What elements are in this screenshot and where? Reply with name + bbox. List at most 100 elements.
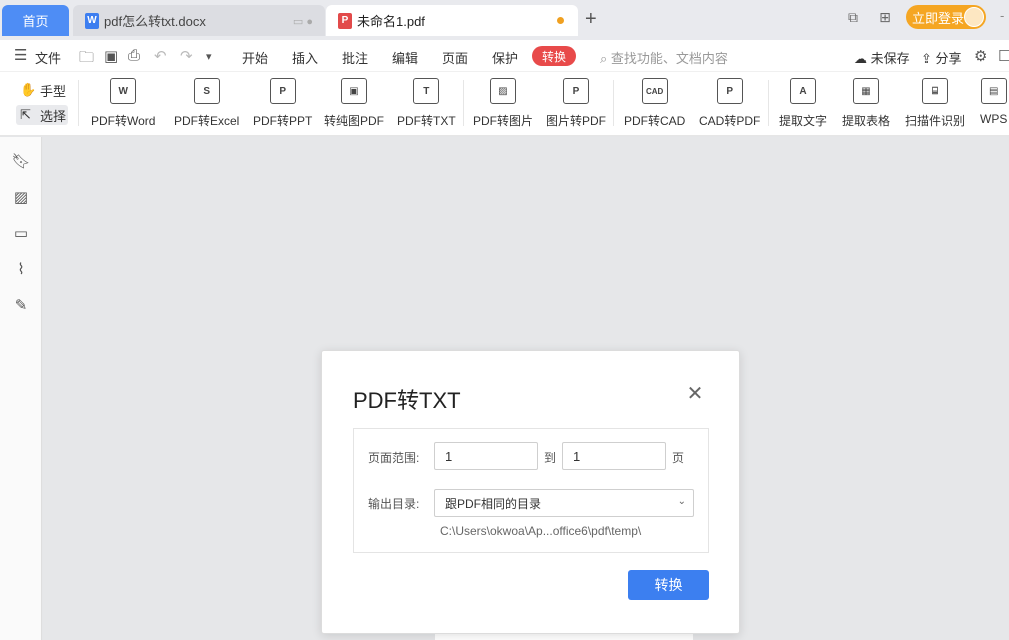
search-box[interactable]: ⌕ 查找功能、文档内容 bbox=[600, 48, 728, 67]
tab-docx[interactable]: W pdf怎么转txt.docx ▭ ● bbox=[73, 5, 325, 36]
wps-button[interactable]: ▤ WPS bbox=[980, 78, 1007, 126]
ribbon-label: 提取表格 bbox=[842, 114, 891, 128]
scan-ocr-button[interactable]: ⌸ 扫描件识别 bbox=[905, 78, 965, 129]
wps-icon: ▤ bbox=[980, 78, 1007, 104]
attachment-icon[interactable]: ⌇ bbox=[11, 260, 31, 280]
hamburger-icon[interactable]: ☰ bbox=[14, 46, 27, 64]
menu-insert[interactable]: 插入 bbox=[292, 48, 318, 67]
ribbon-divider bbox=[613, 80, 614, 126]
close-icon[interactable]: ✕ bbox=[686, 384, 704, 404]
ribbon-label: 图片转PDF bbox=[546, 114, 607, 128]
share-label: 分享 bbox=[935, 51, 962, 66]
pdf-to-image-button[interactable]: ▨ PDF转图片 bbox=[473, 78, 533, 129]
login-button[interactable]: 立即登录 bbox=[906, 5, 986, 29]
page-from-input[interactable]: 1 bbox=[434, 442, 538, 470]
search-icon: ⌕ bbox=[600, 51, 608, 66]
scan-icon: ⌸ bbox=[922, 78, 948, 104]
share-button[interactable]: ⇪ 分享 bbox=[921, 48, 962, 67]
image-pdf-icon: ▣ bbox=[341, 78, 367, 104]
cad-to-pdf-icon: P bbox=[716, 78, 743, 104]
tab-docx-label: pdf怎么转txt.docx bbox=[104, 14, 206, 29]
image-to-pdf-button[interactable]: P 图片转PDF bbox=[546, 78, 606, 129]
ribbon-label: PDF转Word bbox=[91, 114, 156, 128]
ribbon-label: CAD转PDF bbox=[699, 114, 761, 128]
menu-page[interactable]: 页面 bbox=[442, 48, 468, 67]
pdf-to-ppt-button[interactable]: P PDF转PPT bbox=[253, 78, 312, 129]
hand-icon: ✋ bbox=[20, 82, 37, 97]
dialog-options-panel: 页面范围: 1 到 1 页 输出目录: 跟PDF相同的目录 ⌄ C:\Users… bbox=[353, 428, 709, 553]
signature-icon[interactable]: ✎ bbox=[11, 296, 31, 316]
image-to-pdf-icon: P bbox=[563, 78, 589, 104]
menu-start[interactable]: 开始 bbox=[242, 48, 268, 67]
cursor-icon: ⇱ bbox=[20, 107, 31, 122]
ribbon-label: PDF转CAD bbox=[624, 114, 686, 128]
print-icon[interactable]: ⎙ bbox=[128, 47, 140, 64]
page-suffix-label: 页 bbox=[672, 451, 685, 465]
ribbon-divider bbox=[78, 80, 79, 126]
menu-edit[interactable]: 编辑 bbox=[392, 48, 418, 67]
settings-icon[interactable]: ⚙ bbox=[974, 47, 987, 65]
word-doc-icon: W bbox=[85, 12, 99, 29]
chevron-down-icon: ⌄ bbox=[677, 496, 686, 507]
output-path-text: C:\Users\okwoa\Ap...office6\pdf\temp\ bbox=[440, 524, 642, 538]
to-label: 到 bbox=[544, 451, 557, 465]
hand-tool-button[interactable]: ✋ 手型 bbox=[16, 80, 68, 100]
redo-icon[interactable]: ↷ bbox=[180, 47, 193, 65]
pdf-to-word-button[interactable]: W PDF转Word bbox=[91, 78, 155, 129]
menu-file[interactable]: 文件 bbox=[35, 48, 61, 67]
ribbon-label: PDF转PPT bbox=[253, 114, 313, 128]
ribbon-label: 转纯图PDF bbox=[324, 114, 385, 128]
pdf-to-excel-button[interactable]: S PDF转Excel bbox=[174, 78, 239, 129]
pdf-to-txt-icon: T bbox=[413, 78, 440, 104]
comment-icon[interactable]: ▭ bbox=[11, 224, 31, 244]
bookmark-icon[interactable]: 🔖︎ bbox=[11, 152, 31, 172]
tab-pdf[interactable]: P 未命名1.pdf bbox=[326, 5, 578, 36]
left-sidebar: 🔖︎ ▨ ▭ ⌇ ✎ bbox=[0, 137, 42, 640]
ribbon-label: PDF转图片 bbox=[473, 114, 534, 128]
undo-icon[interactable]: ↶ bbox=[154, 47, 167, 65]
ribbon-label: 扫描件识别 bbox=[905, 114, 966, 128]
pdf-to-cad-button[interactable]: CAD PDF转CAD bbox=[624, 78, 685, 129]
multi-window-icon[interactable]: ⧉ bbox=[842, 9, 864, 27]
pdf-to-txt-button[interactable]: T PDF转TXT bbox=[397, 78, 456, 129]
extract-table-icon: ▦ bbox=[853, 78, 879, 104]
menu-convert[interactable]: 转换 bbox=[532, 46, 576, 66]
cloud-icon: ☁ bbox=[854, 51, 867, 66]
ribbon-label: 提取文字 bbox=[779, 114, 828, 128]
overflow-icon[interactable]: - bbox=[1000, 8, 1004, 23]
open-folder-icon[interactable]: 🗀 bbox=[79, 47, 94, 72]
page-to-input[interactable]: 1 bbox=[562, 442, 666, 470]
extract-text-icon: A bbox=[790, 78, 816, 104]
pdf-doc-icon: P bbox=[338, 12, 352, 29]
save-icon[interactable]: ▣ bbox=[104, 47, 118, 65]
select-tool-button[interactable]: ⇱ 选择 bbox=[16, 105, 68, 125]
pdf-to-excel-icon: S bbox=[193, 78, 220, 104]
select-label: 选择 bbox=[40, 108, 67, 124]
new-tab-button[interactable]: + bbox=[585, 9, 597, 29]
pdf-to-cad-icon: CAD bbox=[641, 78, 668, 104]
menu-bar: ☰ 文件 🗀 ▣ ⎙ ↶ ↷ ▾ 开始 插入 批注 编辑 页面 保护 转换 ⌕ … bbox=[0, 40, 1009, 72]
convert-button[interactable]: 转换 bbox=[628, 570, 709, 600]
hand-label: 手型 bbox=[40, 83, 67, 99]
to-image-pdf-button[interactable]: ▣ 转纯图PDF bbox=[324, 78, 384, 129]
pdf-to-image-icon: ▨ bbox=[490, 78, 516, 104]
avatar bbox=[964, 7, 984, 27]
extract-text-button[interactable]: A 提取文字 bbox=[779, 78, 827, 129]
menu-annotate[interactable]: 批注 bbox=[342, 48, 368, 67]
output-dir-select[interactable]: 跟PDF相同的目录 ⌄ bbox=[434, 489, 694, 517]
unsaved-label: 未保存 bbox=[870, 51, 910, 66]
customize-dropdown-icon[interactable]: ▾ bbox=[206, 50, 212, 63]
ribbon-divider bbox=[463, 80, 464, 126]
menu-protect[interactable]: 保护 bbox=[492, 48, 518, 67]
home-tab[interactable]: 首页 bbox=[2, 5, 69, 36]
ribbon-toolbar: ✋ 手型 ⇱ 选择 W PDF转Word S PDF转Excel P PDF转P… bbox=[0, 72, 1009, 136]
unsaved-cloud-button[interactable]: ☁ 未保存 bbox=[854, 48, 910, 67]
ribbon-divider bbox=[768, 80, 769, 126]
pdf-to-word-icon: W bbox=[110, 78, 137, 104]
extract-table-button[interactable]: ▦ 提取表格 bbox=[842, 78, 890, 129]
tab-bar: 首页 W pdf怎么转txt.docx ▭ ● P 未命名1.pdf + ⧉ ⊞… bbox=[0, 0, 1009, 40]
cad-to-pdf-button[interactable]: P CAD转PDF bbox=[699, 78, 760, 129]
more-icon[interactable]: ☐ bbox=[998, 47, 1009, 65]
grid-apps-icon[interactable]: ⊞ bbox=[874, 9, 896, 27]
thumbnail-icon[interactable]: ▨ bbox=[11, 188, 31, 208]
